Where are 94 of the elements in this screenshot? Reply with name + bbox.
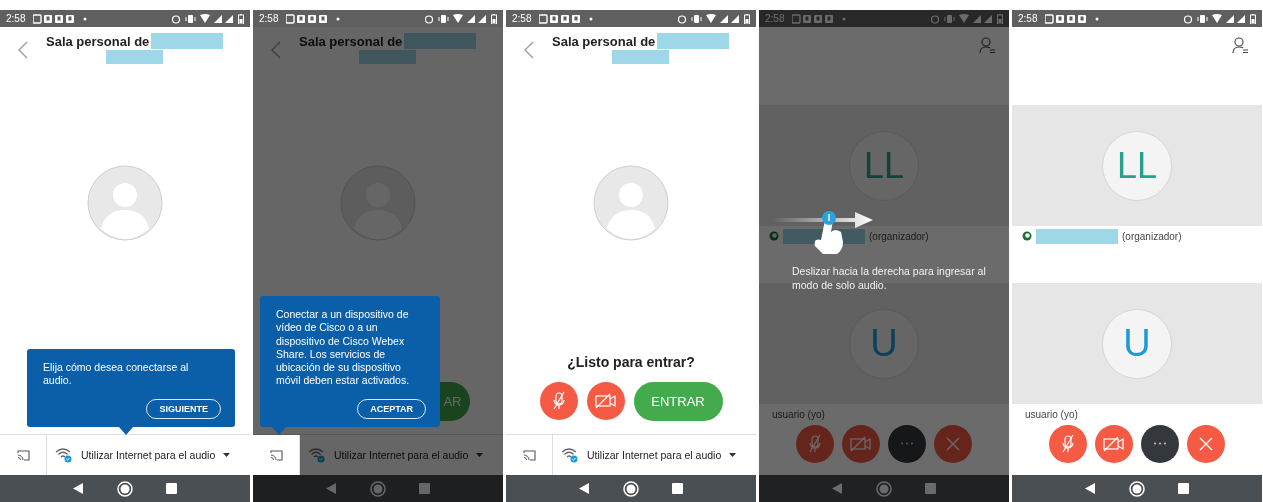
battery-icon [238, 13, 244, 24]
status-time: 2:58 [765, 13, 785, 24]
close-icon [1198, 435, 1214, 452]
status-time: 2:58 [259, 13, 279, 24]
cell-signal-icon [1226, 14, 1246, 23]
meeting-title: Sala personal de [552, 33, 656, 49]
cell-signal-icon [467, 14, 487, 23]
leave-meeting-button[interactable] [1187, 424, 1225, 463]
tooltip-text: Elija cómo desea conectarse al audio. [43, 360, 190, 387]
more-options-button[interactable] [1141, 424, 1179, 463]
home-icon[interactable] [1128, 480, 1145, 497]
close-icon [945, 435, 961, 452]
participant-initials: U [1102, 308, 1172, 379]
back-icon[interactable] [73, 483, 84, 494]
participant-name: usuario (yo) [1025, 408, 1078, 420]
status-time: 2:58 [512, 13, 532, 24]
meeting-title: Sala personal de [299, 33, 403, 49]
participant-name: (organizador) [869, 230, 929, 242]
participant-initials: LL [1102, 130, 1172, 201]
recent-apps-icon[interactable] [165, 483, 177, 494]
participants-icon[interactable] [979, 37, 995, 54]
battery-icon [744, 13, 750, 24]
back-icon[interactable] [1085, 483, 1096, 494]
cast-icon[interactable] [522, 449, 536, 461]
avatar-icon [87, 165, 163, 241]
more-icon [900, 442, 914, 445]
video-off-icon [1103, 435, 1125, 452]
battery-icon [491, 13, 497, 24]
wifi-signal-icon [1212, 14, 1222, 23]
cell-signal-icon [720, 14, 740, 23]
back-chevron-icon[interactable] [18, 41, 28, 59]
battery-icon [997, 13, 1003, 24]
more-icon [1153, 442, 1167, 445]
back-chevron-icon[interactable] [524, 41, 534, 59]
recent-apps-icon[interactable] [671, 483, 683, 494]
wifi-check-icon [308, 447, 326, 463]
wifi-signal-icon [200, 14, 210, 23]
participant-initials: U [849, 308, 919, 379]
dropdown-caret-icon [223, 453, 231, 457]
tooltip-text: Conectar a un dispositivo de vídeo de Cisco o a un dispositivo de Cisco Webex Share. Los servicios de ubicación de su dispositivo móvil deben estar activados. [276, 308, 411, 387]
wifi-signal-icon [706, 14, 716, 23]
stop-video-button[interactable] [1095, 424, 1133, 463]
mute-microphone-button[interactable] [539, 382, 578, 420]
vibrate-icon [1197, 13, 1208, 24]
video-off-icon [850, 435, 872, 452]
more-notifications-icon [83, 16, 88, 21]
participant-initials: LL [849, 130, 919, 201]
status-time: 2:58 [1018, 13, 1038, 24]
wifi-check-icon [561, 447, 579, 463]
stop-video-button[interactable] [586, 382, 625, 420]
vibrate-icon [438, 13, 449, 24]
status-time: 2:58 [6, 13, 26, 24]
mute-microphone-button[interactable] [1049, 424, 1087, 463]
alarm-icon [424, 13, 434, 24]
participant-name: (organizador) [1122, 230, 1182, 242]
dropdown-caret-icon [476, 453, 484, 457]
alarm-icon [677, 13, 687, 24]
back-icon[interactable] [579, 483, 590, 494]
microphone-off-icon [807, 433, 823, 454]
meeting-title: Sala personal de [46, 33, 150, 49]
vibrate-icon [691, 13, 702, 24]
more-notifications-icon [589, 16, 594, 21]
home-icon[interactable] [116, 480, 133, 497]
wifi-signal-icon [959, 14, 969, 23]
alarm-icon [1183, 13, 1193, 24]
participants-icon[interactable] [1232, 37, 1248, 54]
more-notifications-icon [842, 16, 847, 21]
participant-name: usuario (yo) [772, 408, 825, 420]
mute-microphone-button[interactable] [796, 424, 834, 463]
vibrate-icon [944, 13, 955, 24]
vibrate-icon [185, 13, 196, 24]
wifi-check-icon [55, 447, 73, 463]
dropdown-caret-icon [729, 453, 737, 457]
cast-icon[interactable] [269, 449, 283, 461]
microphone-off-icon [1060, 433, 1076, 454]
back-chevron-icon[interactable] [271, 41, 281, 59]
recent-apps-icon[interactable] [1177, 483, 1189, 494]
cell-signal-icon [973, 14, 993, 23]
video-off-icon [594, 393, 617, 409]
microphone-off-icon [550, 391, 567, 411]
battery-icon [1250, 13, 1256, 24]
more-notifications-icon [1095, 16, 1100, 21]
leave-meeting-button[interactable] [934, 424, 972, 463]
cell-signal-icon [214, 14, 234, 23]
wifi-signal-icon [453, 14, 463, 23]
alarm-icon [930, 13, 940, 24]
join-prompt: ¿Listo para entrar? [567, 354, 695, 370]
swipe-hint: Deslizar hacia la derecha para ingresar al modo de solo audio. [792, 265, 987, 293]
alarm-icon [171, 13, 181, 24]
stop-video-button[interactable] [842, 424, 880, 463]
home-icon[interactable] [622, 480, 639, 497]
cast-icon[interactable] [16, 449, 30, 461]
avatar-icon [593, 165, 669, 241]
more-notifications-icon [336, 16, 341, 21]
